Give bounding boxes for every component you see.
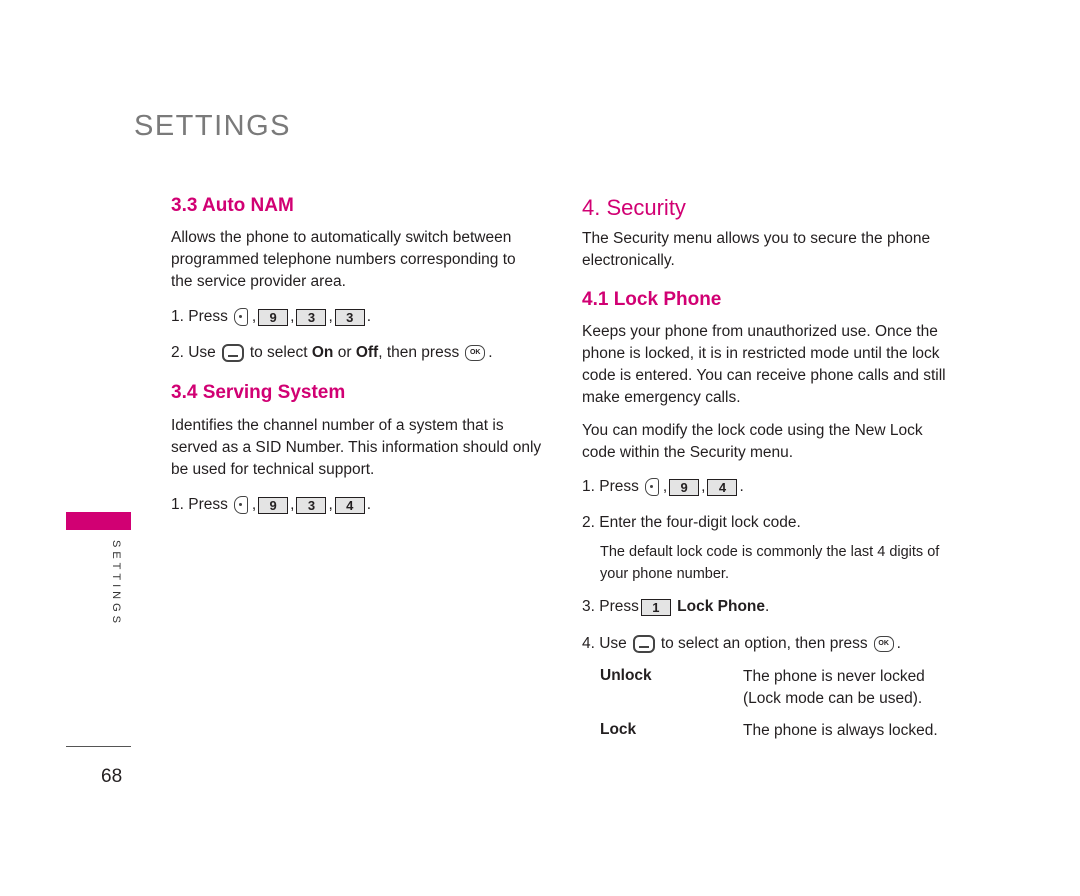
key-icon: 4 xyxy=(707,478,738,496)
serving-system-heading: 3.4 Serving System xyxy=(171,382,346,403)
step-prefix: 1. Press xyxy=(171,496,228,513)
ok-key-icon: OK xyxy=(873,636,894,652)
side-tab-label: SETTINGS xyxy=(110,540,122,628)
key-icon: 9 xyxy=(258,496,289,514)
step-text: to select xyxy=(249,344,308,361)
step-prefix: 3. Press xyxy=(582,598,639,615)
lock-phone-body-1: Keeps your phone from unauthorized use. … xyxy=(582,323,946,406)
auto-nam-heading: 3.3 Auto NAM xyxy=(171,195,294,216)
step-prefix: 2. Use xyxy=(171,344,216,361)
serving-system-step-1: 1. Press , 9, 3, 4. xyxy=(171,494,371,516)
option-lock-desc: The phone is always locked. xyxy=(743,722,938,739)
nav-key-icon xyxy=(221,344,244,362)
key-icon: 9 xyxy=(258,308,289,326)
step-text: or xyxy=(337,344,352,361)
option-lock-label: Lock xyxy=(600,721,637,738)
auto-nam-step-1: 1. Press , 9, 3, 3. xyxy=(171,306,371,328)
menu-item-name: Lock Phone xyxy=(677,598,766,615)
option-unlock-label: Unlock xyxy=(600,667,652,684)
step-prefix: 1. Press xyxy=(582,478,639,495)
key-icon: 1 xyxy=(640,598,671,616)
footer-rule xyxy=(66,746,131,747)
auto-nam-step-2: 2. Use to select On or Off , then press … xyxy=(171,342,493,364)
security-heading: 4. Security xyxy=(582,195,686,220)
lock-phone-step-4: 4. Use to select an option, then press O… xyxy=(582,633,901,655)
menu-key-icon xyxy=(233,308,248,326)
key-icon: 3 xyxy=(334,308,365,326)
page-number: 68 xyxy=(101,766,123,787)
lock-phone-heading: 4.1 Lock Phone xyxy=(582,289,722,310)
security-body: The Security menu allows you to secure t… xyxy=(582,230,931,269)
option-on: On xyxy=(311,344,334,361)
auto-nam-body: Allows the phone to automatically switch… xyxy=(171,229,516,290)
lock-phone-step-2-note: The default lock code is commonly the la… xyxy=(600,544,940,582)
page-title: SETTINGS xyxy=(134,110,292,142)
lock-phone-step-3: 3. Press 1 Lock Phone. xyxy=(582,596,769,618)
step-text: to select an option, then press xyxy=(660,635,868,652)
step-prefix: 1. Press xyxy=(171,308,228,325)
step-text: , then press xyxy=(378,344,460,361)
key-icon: 3 xyxy=(296,308,327,326)
menu-key-icon xyxy=(233,496,248,514)
key-icon: 3 xyxy=(296,496,327,514)
option-unlock-desc: The phone is never locked (Lock mode can… xyxy=(743,668,925,707)
ok-key-icon: OK xyxy=(465,345,486,361)
section-tab-marker xyxy=(66,512,131,530)
lock-phone-step-2: 2. Enter the four-digit lock code. xyxy=(582,514,801,531)
nav-key-icon xyxy=(632,635,655,653)
menu-key-icon xyxy=(644,478,659,496)
key-icon: 4 xyxy=(334,496,365,514)
step-prefix: 4. Use xyxy=(582,635,627,652)
lock-phone-step-1: 1. Press , 9, 4. xyxy=(582,476,744,498)
key-icon: 9 xyxy=(669,478,700,496)
lock-phone-body-2: You can modify the lock code using the N… xyxy=(582,422,923,461)
option-off: Off xyxy=(355,344,379,361)
serving-system-body: Identifies the channel number of a syste… xyxy=(171,417,542,478)
